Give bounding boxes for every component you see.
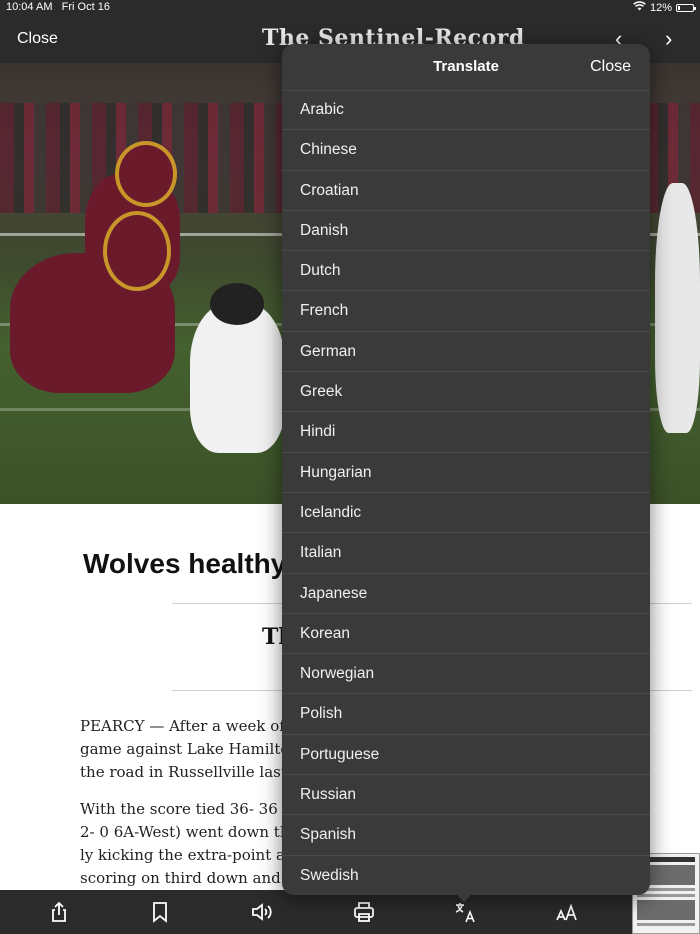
translate-icon[interactable] [453,900,477,924]
language-option-german[interactable]: German [282,332,650,373]
player-helmet [115,141,177,207]
player-figure [190,303,285,453]
language-option-spanish[interactable]: Spanish [282,815,650,856]
translate-popover: Translate Close Arabic Chinese Croatian Dan… [282,44,650,895]
language-option-french[interactable]: French [282,291,650,332]
language-option-greek[interactable]: Greek [282,372,650,413]
language-option-chinese[interactable]: Chinese [282,130,650,171]
popover-close-button[interactable]: Close [590,58,631,76]
wifi-icon [633,1,646,14]
share-icon[interactable] [47,900,71,924]
language-option-hindi[interactable]: Hindi [282,412,650,453]
player-helmet [103,211,171,291]
print-icon[interactable] [352,900,376,924]
speaker-icon[interactable] [250,900,274,924]
language-list: Arabic Chinese Croatian Danish Dutch French Ge… [282,90,650,895]
player-figure [655,183,700,433]
status-time: 10:04 AM Fri Oct 16 [6,1,110,13]
language-option-danish[interactable]: Danish [282,211,650,252]
language-option-russian[interactable]: Russian [282,775,650,816]
language-option-polish[interactable]: Polish [282,694,650,735]
popover-header: Translate Close [282,44,650,91]
close-button[interactable]: Close [17,30,58,48]
chevron-right-icon[interactable]: › [665,26,672,52]
language-option-norwegian[interactable]: Norwegian [282,654,650,695]
bookmark-icon[interactable] [148,900,172,924]
language-option-croatian[interactable]: Croatian [282,171,650,211]
thumb-photo [637,900,695,920]
language-option-icelandic[interactable]: Icelandic [282,493,650,534]
language-option-swedish[interactable]: Swedish [282,856,650,895]
bottom-toolbar [0,890,700,934]
status-right: 12% [633,1,696,14]
language-option-portuguese[interactable]: Portuguese [282,735,650,776]
text-size-icon[interactable] [555,900,579,924]
language-option-hungarian[interactable]: Hungarian [282,453,650,493]
battery-percent: 12% [649,1,672,14]
thumb-line [637,923,695,926]
language-option-korean[interactable]: Korean [282,614,650,655]
battery-icon [676,3,696,12]
language-option-japanese[interactable]: Japanese [282,574,650,614]
language-option-italian[interactable]: Italian [282,533,650,574]
popover-arrow [455,893,473,902]
language-option-arabic[interactable]: Arabic [282,90,650,131]
language-option-dutch[interactable]: Dutch [282,251,650,292]
article-headline: Wolves healthy [83,548,287,579]
player-helmet [210,283,264,325]
status-bar: 10:04 AM Fri Oct 16 12% [0,0,700,16]
